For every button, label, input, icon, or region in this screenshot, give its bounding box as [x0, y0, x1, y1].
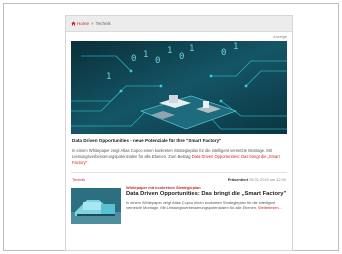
svg-text:1: 1 [233, 42, 238, 52]
breadcrumb-separator: » [91, 21, 94, 26]
svg-text:1: 1 [167, 46, 172, 56]
sponsor-bar: Technik Präsentiert 05.01.2019 um 12:00 [66, 173, 292, 182]
sponsor-date: 05.01.2019 um 12:00 [249, 176, 286, 182]
teaser-thumbnail[interactable] [71, 188, 121, 224]
svg-text:0: 0 [131, 54, 136, 64]
hero-image[interactable]: 01 01 01 10 1 [71, 41, 287, 134]
home-icon [71, 21, 76, 26]
breadcrumb-home-label: Home [77, 21, 90, 26]
teaser-text-body: In einem Whitepaper zeigt Atlas Copco ei… [126, 199, 276, 211]
category-tag[interactable]: Technik [72, 177, 85, 182]
hero-text: In einem Whitepaper zeigt Atlas Copco ei… [66, 146, 292, 170]
read-more-link[interactable]: Weiterlesen... [258, 205, 282, 210]
sponsor-info: Präsentiert 05.01.2019 um 12:00 [228, 177, 286, 182]
svg-text:0: 0 [179, 52, 184, 62]
teaser-title[interactable]: Data Driven Opportunities: Das bringt di… [126, 191, 287, 198]
breadcrumb-current: Technik [95, 21, 111, 26]
svg-text:1: 1 [189, 44, 194, 54]
teaser: Whitepaper mit konkretem Strategieplan D… [66, 182, 292, 224]
teaser-body: Whitepaper mit konkretem Strategieplan D… [126, 185, 287, 224]
svg-text:1: 1 [143, 50, 148, 60]
screenshot-frame: Home » Technik Anzeige 0 1 0 1 0 1 1 0 1… [3, 3, 339, 251]
breadcrumb: Home » Technik [66, 16, 292, 32]
svg-text:1: 1 [106, 72, 111, 82]
svg-text:0: 0 [155, 56, 160, 66]
teaser-kicker: Whitepaper mit konkretem Strategieplan [126, 185, 201, 190]
teaser-text: In einem Whitepaper zeigt Atlas Copco ei… [126, 200, 287, 211]
svg-text:0: 0 [221, 48, 226, 58]
breadcrumb-home-link[interactable]: Home [71, 21, 89, 26]
article-card: Home » Technik Anzeige 0 1 0 1 0 1 1 0 1… [65, 15, 293, 251]
ad-label: Anzeige [273, 35, 287, 39]
hero-title[interactable]: Data Driven Opportunities - neue Potenzi… [66, 134, 292, 146]
sponsor-label: Präsentiert [227, 176, 249, 182]
